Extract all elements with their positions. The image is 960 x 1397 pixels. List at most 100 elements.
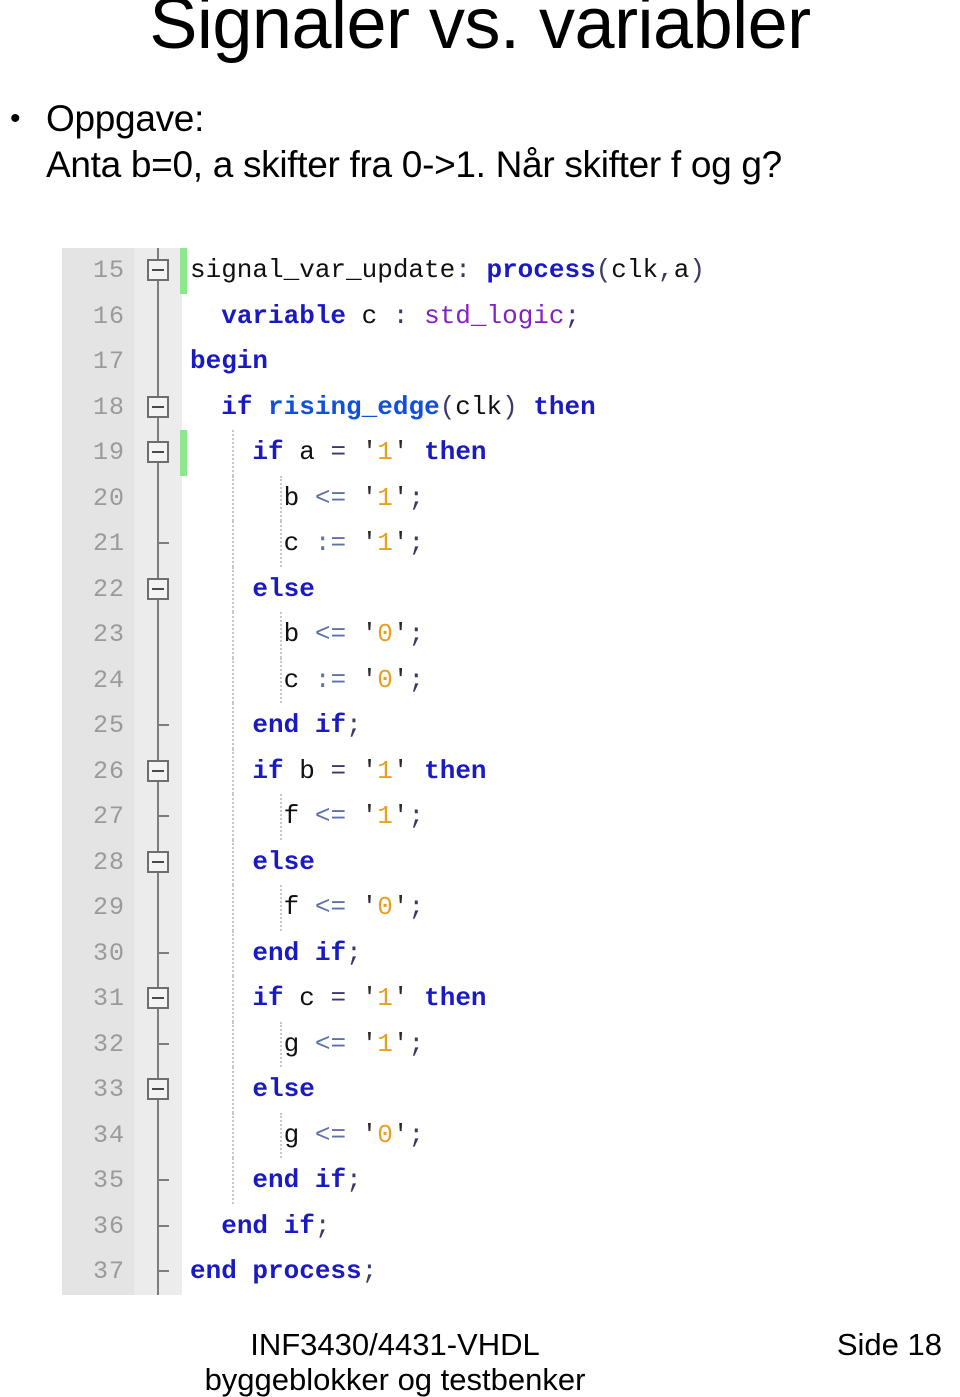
fold-column[interactable] <box>134 521 182 567</box>
fold-collapse-icon[interactable] <box>147 1078 169 1100</box>
code-line[interactable]: 35 end if; <box>62 1158 880 1204</box>
change-marker <box>180 248 187 294</box>
fold-collapse-icon[interactable] <box>147 850 169 873</box>
fold-column[interactable] <box>134 612 182 658</box>
code-text[interactable]: if b = '1' then <box>182 748 880 794</box>
code-line[interactable]: 28 else <box>62 839 880 885</box>
line-number: 28 <box>62 839 134 885</box>
code-text[interactable]: if rising_edge(clk) then <box>182 384 880 430</box>
line-number: 25 <box>62 703 134 749</box>
bullet-block: • Oppgave: Anta b=0, a skifter fra 0->1.… <box>6 96 956 188</box>
code-line[interactable]: 37 end process; <box>62 1249 880 1295</box>
fold-column[interactable] <box>134 1112 182 1158</box>
code-text[interactable]: end if; <box>182 1203 880 1249</box>
code-line[interactable]: 34 g <= '0'; <box>62 1112 880 1158</box>
fold-collapse-icon[interactable] <box>147 395 169 418</box>
code-text[interactable]: variable c : std_logic; <box>182 293 880 339</box>
fold-column[interactable] <box>134 1021 182 1067</box>
fold-collapse-icon[interactable] <box>147 441 169 463</box>
code-line[interactable]: 31 if c = '1' then <box>62 976 880 1022</box>
code-line[interactable]: 21 c := '1'; <box>62 521 880 567</box>
code-text[interactable]: b <= '1'; <box>182 475 880 521</box>
fold-column[interactable] <box>134 703 182 749</box>
code-text[interactable]: c := '0'; <box>182 657 880 703</box>
code-line[interactable]: 36 end if; <box>62 1203 880 1249</box>
code-line[interactable]: 29 f <= '0'; <box>62 885 880 931</box>
fold-column[interactable] <box>134 839 182 885</box>
fold-collapse-icon[interactable] <box>147 259 169 281</box>
fold-column[interactable] <box>134 293 182 339</box>
fold-column[interactable] <box>134 794 182 840</box>
code-line[interactable]: 26 if b = '1' then <box>62 748 880 794</box>
code-line[interactable]: 18 if rising_edge(clk) then <box>62 384 880 430</box>
line-number: 16 <box>62 293 134 339</box>
fold-collapse-icon[interactable] <box>147 759 169 782</box>
line-number: 31 <box>62 976 134 1022</box>
fold-column[interactable] <box>134 1067 182 1113</box>
code-text[interactable]: end if; <box>182 703 880 749</box>
indent-guide <box>232 885 234 931</box>
fold-column[interactable] <box>134 657 182 703</box>
footer-course-line-1: INF3430/4431-VHDL <box>250 1327 540 1362</box>
fold-column[interactable] <box>134 930 182 976</box>
code-text[interactable]: c := '1'; <box>182 521 880 567</box>
slide-footer: INF3430/4431-VHDL byggeblokker og testbe… <box>0 1327 960 1397</box>
fold-column[interactable] <box>134 1158 182 1204</box>
footer-course-line-2: byggeblokker og testbenker <box>204 1362 586 1397</box>
fold-column[interactable] <box>134 430 182 476</box>
fold-column[interactable] <box>134 1203 182 1249</box>
code-line[interactable]: 25 end if; <box>62 703 880 749</box>
fold-column[interactable] <box>134 885 182 931</box>
indent-guide <box>232 521 234 567</box>
code-text[interactable]: else <box>182 1067 880 1113</box>
fold-column[interactable] <box>134 976 182 1022</box>
fold-column[interactable] <box>134 1249 182 1295</box>
code-line[interactable]: 20 b <= '1'; <box>62 475 880 521</box>
code-line[interactable]: 15 signal_var_update: process(clk,a) <box>62 248 880 294</box>
code-line[interactable]: 32 g <= '1'; <box>62 1021 880 1067</box>
code-text[interactable]: end if; <box>182 1158 880 1204</box>
code-line[interactable]: 16 variable c : std_logic; <box>62 293 880 339</box>
code-text[interactable]: else <box>182 566 880 612</box>
fold-column[interactable] <box>134 748 182 794</box>
code-text[interactable]: if c = '1' then <box>182 976 880 1022</box>
code-text[interactable]: if a = '1' then <box>182 430 880 476</box>
code-text[interactable]: signal_var_update: process(clk,a) <box>182 248 880 294</box>
indent-guide <box>232 612 234 658</box>
code-line[interactable]: 19 if a = '1' then <box>62 430 880 476</box>
code-text[interactable]: else <box>182 839 880 885</box>
indent-guide <box>232 430 234 476</box>
line-number: 36 <box>62 1203 134 1249</box>
code-text[interactable]: b <= '0'; <box>182 612 880 658</box>
footer-course: INF3430/4431-VHDL byggeblokker og testbe… <box>0 1327 960 1397</box>
indent-guide <box>232 794 234 840</box>
code-text[interactable]: g <= '0'; <box>182 1112 880 1158</box>
indent-guide <box>280 475 282 521</box>
fold-branch-tick-icon <box>158 1270 169 1272</box>
code-line[interactable]: 30 end if; <box>62 930 880 976</box>
code-text[interactable]: end if; <box>182 930 880 976</box>
code-editor-screenshot: 15 signal_var_update: process(clk,a) 16 va… <box>62 248 880 1295</box>
code-text[interactable]: g <= '1'; <box>182 1021 880 1067</box>
fold-branch-tick-icon <box>158 951 169 954</box>
fold-collapse-icon[interactable] <box>147 987 169 1009</box>
line-number: 37 <box>62 1249 134 1295</box>
code-line[interactable]: 22 else <box>62 566 880 612</box>
code-line[interactable]: 24 c := '0'; <box>62 657 880 703</box>
code-text[interactable]: f <= '0'; <box>182 885 880 931</box>
code-text[interactable]: f <= '1'; <box>182 794 880 840</box>
code-line[interactable]: 33 else <box>62 1067 880 1113</box>
code-text[interactable]: end process; <box>182 1249 880 1295</box>
code-line[interactable]: 23 b <= '0'; <box>62 612 880 658</box>
code-line[interactable]: 27 f <= '1'; <box>62 794 880 840</box>
line-number: 22 <box>62 566 134 612</box>
fold-column[interactable] <box>134 339 182 385</box>
fold-column[interactable] <box>134 384 182 430</box>
fold-collapse-icon[interactable] <box>147 577 169 600</box>
fold-column[interactable] <box>134 475 182 521</box>
fold-column[interactable] <box>134 248 182 294</box>
fold-branch-tick-icon <box>158 724 169 726</box>
fold-column[interactable] <box>134 566 182 612</box>
code-line[interactable]: 17 begin <box>62 339 880 385</box>
code-text[interactable]: begin <box>182 339 880 385</box>
